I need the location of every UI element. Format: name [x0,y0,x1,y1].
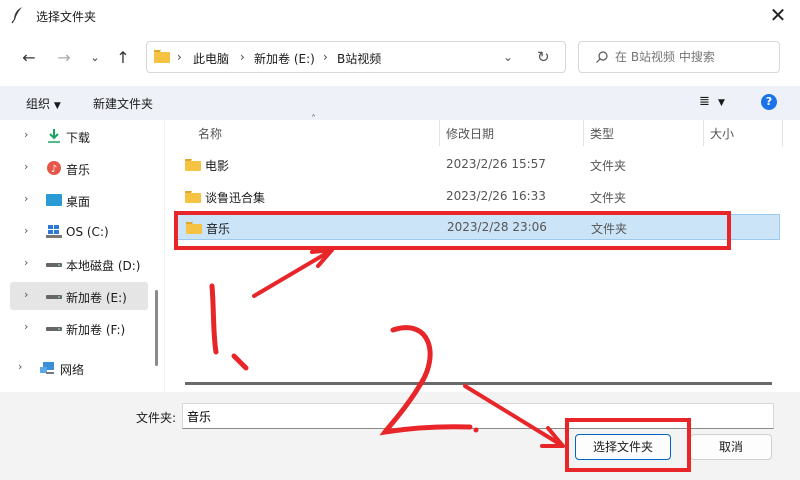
forward-button[interactable]: → [52,46,76,70]
organize-label: 组织 [26,97,51,111]
list-view-icon: ≣ [699,94,710,109]
table-row[interactable]: 电影 2023/2/26 15:57 文件夹 [177,152,780,178]
close-button[interactable]: ✕ [764,2,792,30]
navigation-scrollbar-thumb[interactable] [155,290,158,366]
chevron-right-icon: › [24,224,29,237]
table-row[interactable]: 谈鲁迅合集 2023/2/26 16:33 文件夹 [177,184,780,210]
folder-name-input[interactable] [182,403,774,429]
sidebar-item-label: 音乐 [66,163,91,177]
folder-icon [154,50,170,63]
sidebar-item-label: 新加卷 (E:) [66,291,127,305]
sidebar-item-label: 网络 [60,363,85,377]
arrow-right-icon: → [57,48,71,67]
breadcrumb-drive-e[interactable]: 新加卷 (E:) [254,50,315,67]
sidebar-item-music[interactable]: › ♪ 音乐 [10,154,148,182]
network-icon [40,362,54,374]
column-divider[interactable] [703,120,704,146]
address-dropdown-icon[interactable]: ⌄ [503,50,513,64]
search-icon [596,51,608,63]
chevron-right-icon: › [24,128,29,141]
folder-field-label: 文件夹: [136,411,177,425]
sidebar-item-label: 下载 [66,131,91,145]
sidebar-item-label: 本地磁盘 (D:) [66,259,141,273]
file-date: 2023/2/28 23:06 [447,220,547,234]
close-icon: ✕ [769,3,787,27]
file-date: 2023/2/26 15:57 [446,157,546,171]
breadcrumb-separator: › [323,50,328,64]
file-date: 2023/2/26 16:33 [446,189,546,203]
svg-text:♪: ♪ [51,164,57,175]
select-folder-button[interactable]: 选择文件夹 [575,434,671,460]
sidebar-item-drive-f[interactable]: › 新加卷 (F:) [10,314,148,342]
download-icon [48,129,60,143]
horizontal-scrollbar[interactable] [185,382,772,385]
column-header-name[interactable]: 名称 [198,125,222,142]
sidebar-item-drive-d[interactable]: › 本地磁盘 (D:) [10,250,148,278]
chevron-right-icon: › [24,288,29,301]
new-folder-button[interactable]: 新建文件夹 [93,95,153,112]
music-icon: ♪ [47,161,61,175]
chevron-right-icon: › [24,320,29,333]
column-header-date[interactable]: 修改日期 [446,125,494,142]
arrow-up-icon: ↑ [116,48,130,67]
file-type: 文件夹 [591,222,628,236]
help-button[interactable]: ? [761,94,777,110]
chevron-right-icon: › [24,160,29,173]
feather-icon [11,7,22,24]
desktop-icon [46,194,62,206]
window-title: 选择文件夹 [36,10,97,24]
chevron-down-icon: ⌄ [90,51,100,64]
sidebar-item-drive-c[interactable]: › OS (C:) [10,218,148,246]
sort-ascending-icon: ˄ [311,114,316,125]
drive-icon [46,327,62,331]
search-input[interactable] [615,46,773,68]
column-divider[interactable] [583,120,584,146]
breadcrumb-separator: › [177,50,182,64]
folder-icon [185,191,201,203]
chevron-right-icon: › [24,192,29,205]
folder-icon [186,222,202,234]
file-name: 电影 [205,159,230,173]
up-button[interactable]: ↑ [111,46,135,70]
breadcrumb-separator: › [240,50,245,64]
file-name: 谈鲁迅合集 [205,191,266,205]
file-type: 文件夹 [590,159,627,173]
column-header-type[interactable]: 类型 [590,125,614,142]
file-name: 音乐 [206,222,231,236]
sidebar-item-drive-e[interactable]: › 新加卷 (E:) [10,282,148,310]
sidebar-item-label: OS (C:) [66,225,109,239]
cancel-button[interactable]: 取消 [690,434,772,460]
organize-menu[interactable]: 组织 ▼ [26,95,61,112]
title-bar [0,0,800,32]
sidebar-item-label: 新加卷 (F:) [66,323,126,337]
sidebar-item-label: 桌面 [66,195,91,209]
refresh-icon[interactable]: ↻ [537,48,550,66]
chevron-right-icon: › [18,360,23,373]
windows-drive-icon [46,225,62,238]
folder-icon [185,159,201,171]
back-button[interactable]: ← [17,46,41,70]
drive-icon [46,263,62,267]
recent-locations-button[interactable]: ⌄ [83,46,107,70]
caret-down-icon: ▼ [53,101,61,111]
column-divider[interactable] [782,120,783,146]
column-header-size[interactable]: 大小 [710,125,734,142]
file-type: 文件夹 [590,191,627,205]
chevron-right-icon: › [24,256,29,269]
sidebar-item-desktop[interactable]: › 桌面 [10,186,148,214]
drive-icon [46,295,62,299]
breadcrumb-current-folder[interactable]: B站视频 [337,50,381,67]
column-divider[interactable] [439,120,440,146]
sidebar-item-downloads[interactable]: › 下载 [10,122,148,150]
sidebar-item-network[interactable]: › 网络 [4,354,142,382]
caret-down-icon: ▼ [718,98,725,108]
arrow-left-icon: ← [22,48,36,67]
view-options-button[interactable]: ≣ ▼ [699,94,725,109]
table-row-selected[interactable]: 音乐 2023/2/28 23:06 文件夹 [177,214,780,240]
breadcrumb-this-pc[interactable]: 此电脑 [193,50,229,67]
